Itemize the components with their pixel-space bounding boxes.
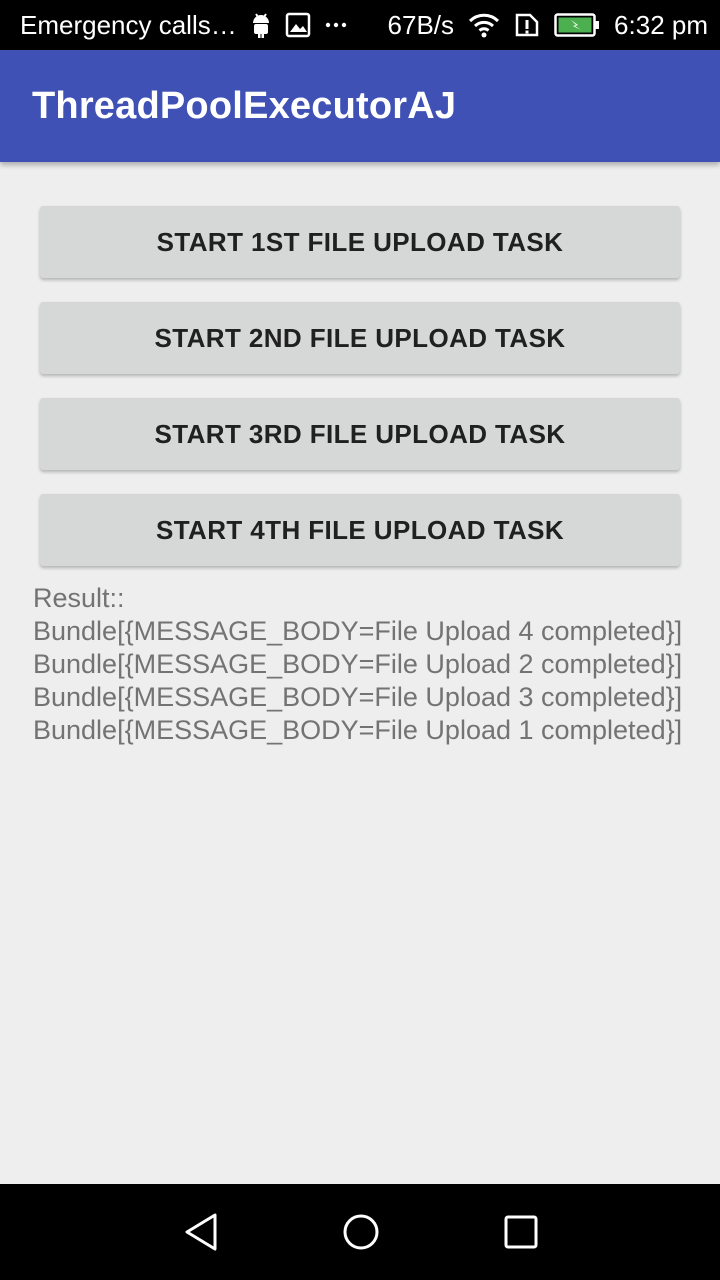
status-bar-right: 67B/s 6:32 pm xyxy=(388,10,708,41)
navigation-bar xyxy=(0,1184,720,1280)
start-upload-task-4-button[interactable]: START 4TH FILE UPLOAD TASK xyxy=(40,494,680,566)
battery-charging-icon xyxy=(554,13,600,37)
wifi-icon xyxy=(468,12,500,38)
result-line: Bundle[{MESSAGE_BODY=File Upload 3 compl… xyxy=(33,682,683,712)
carrier-text: Emergency calls… xyxy=(20,9,237,40)
back-icon[interactable] xyxy=(177,1208,225,1256)
home-icon[interactable] xyxy=(337,1208,385,1256)
status-bar: Emergency calls… 67B/s 6:32 pm xyxy=(0,0,720,50)
network-speed: 67B/s xyxy=(387,9,455,40)
start-upload-task-3-button[interactable]: START 3RD FILE UPLOAD TASK xyxy=(40,398,680,470)
start-upload-task-2-button[interactable]: START 2ND FILE UPLOAD TASK xyxy=(40,302,680,374)
clock: 6:32 pm xyxy=(614,9,708,40)
result-line: Bundle[{MESSAGE_BODY=File Upload 4 compl… xyxy=(33,616,683,646)
sim-alert-icon xyxy=(514,12,540,38)
result-header: Result:: xyxy=(33,583,125,613)
more-icon xyxy=(325,21,347,29)
app-title: ThreadPoolExecutorAJ xyxy=(32,84,457,127)
result-line: Bundle[{MESSAGE_BODY=File Upload 2 compl… xyxy=(33,649,683,679)
result-line: Bundle[{MESSAGE_BODY=File Upload 1 compl… xyxy=(33,715,683,745)
status-bar-left: Emergency calls… xyxy=(20,10,388,41)
recents-icon[interactable] xyxy=(497,1208,545,1256)
result-text: Result:: Bundle[{MESSAGE_BODY=File Uploa… xyxy=(33,582,703,747)
main-content: START 1ST FILE UPLOAD TASK START 2ND FIL… xyxy=(0,162,720,1184)
app-bar: ThreadPoolExecutorAJ xyxy=(0,50,720,162)
start-upload-task-1-button[interactable]: START 1ST FILE UPLOAD TASK xyxy=(40,206,680,278)
android-debug-icon xyxy=(251,12,271,38)
image-icon xyxy=(285,12,311,38)
